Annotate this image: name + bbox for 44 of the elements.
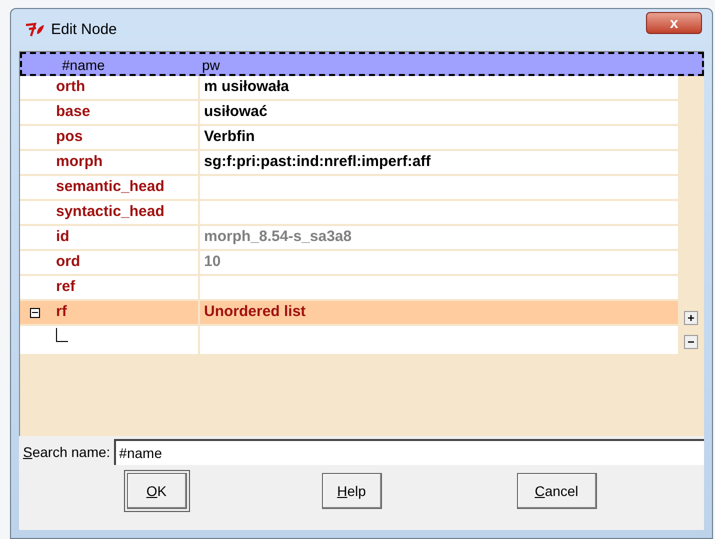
feather-logo-icon [25, 22, 45, 38]
table-cell[interactable]: Verbfin [200, 126, 678, 149]
tree-cell [20, 126, 50, 149]
tree-line-icon [56, 328, 68, 342]
table-cell: id [50, 226, 200, 249]
header-row[interactable]: #name pw [20, 52, 704, 76]
table-cell: base [50, 101, 200, 124]
table-cell: rf [50, 301, 200, 324]
table-cell[interactable]: usiłować [200, 101, 678, 124]
table-cell: ref [50, 276, 200, 299]
table-cell[interactable]: morph_8.54-s_sa3a8 [200, 226, 678, 249]
dialog-button[interactable]: Help [322, 473, 382, 509]
table-cell: pos [50, 126, 200, 149]
table-cell[interactable] [200, 201, 678, 224]
remove-button[interactable]: − [684, 335, 698, 349]
search-field[interactable]: #name [114, 439, 704, 465]
search-label: Search name: [23, 442, 112, 462]
table-cell: semantic_head [50, 176, 200, 199]
tree-cell [20, 151, 50, 174]
tree-cell [20, 276, 50, 299]
table-cell[interactable]: m usiłowała [200, 76, 678, 99]
table-cell[interactable] [200, 176, 678, 199]
table-cell: syntactic_head [50, 201, 200, 224]
table-cell: orth [50, 76, 200, 99]
tree-cell [20, 226, 50, 249]
collapse-icon[interactable] [30, 308, 40, 318]
tree-cell [20, 201, 50, 224]
table-cell: morph [50, 151, 200, 174]
table-cell[interactable] [200, 276, 678, 299]
field-value: pw [202, 56, 220, 74]
tree-cell [20, 176, 50, 199]
dialog-button[interactable]: Cancel [516, 473, 596, 509]
table-cell[interactable]: 10 [200, 251, 678, 274]
table-cell[interactable]: Unordered list [200, 301, 678, 324]
tree-cell [20, 251, 50, 274]
table-cell[interactable] [200, 326, 678, 354]
table-cell[interactable]: sg:f:pri:past:ind:nrefl:imperf:aff [200, 151, 678, 174]
add-button[interactable]: + [684, 311, 698, 325]
window-title: Edit Node [51, 20, 117, 40]
tree-cell [20, 76, 50, 99]
table-cell: ord [50, 251, 200, 274]
field-name: #name [62, 56, 106, 74]
dialog-button[interactable]: OK [126, 473, 186, 509]
tree-cell [20, 101, 50, 124]
